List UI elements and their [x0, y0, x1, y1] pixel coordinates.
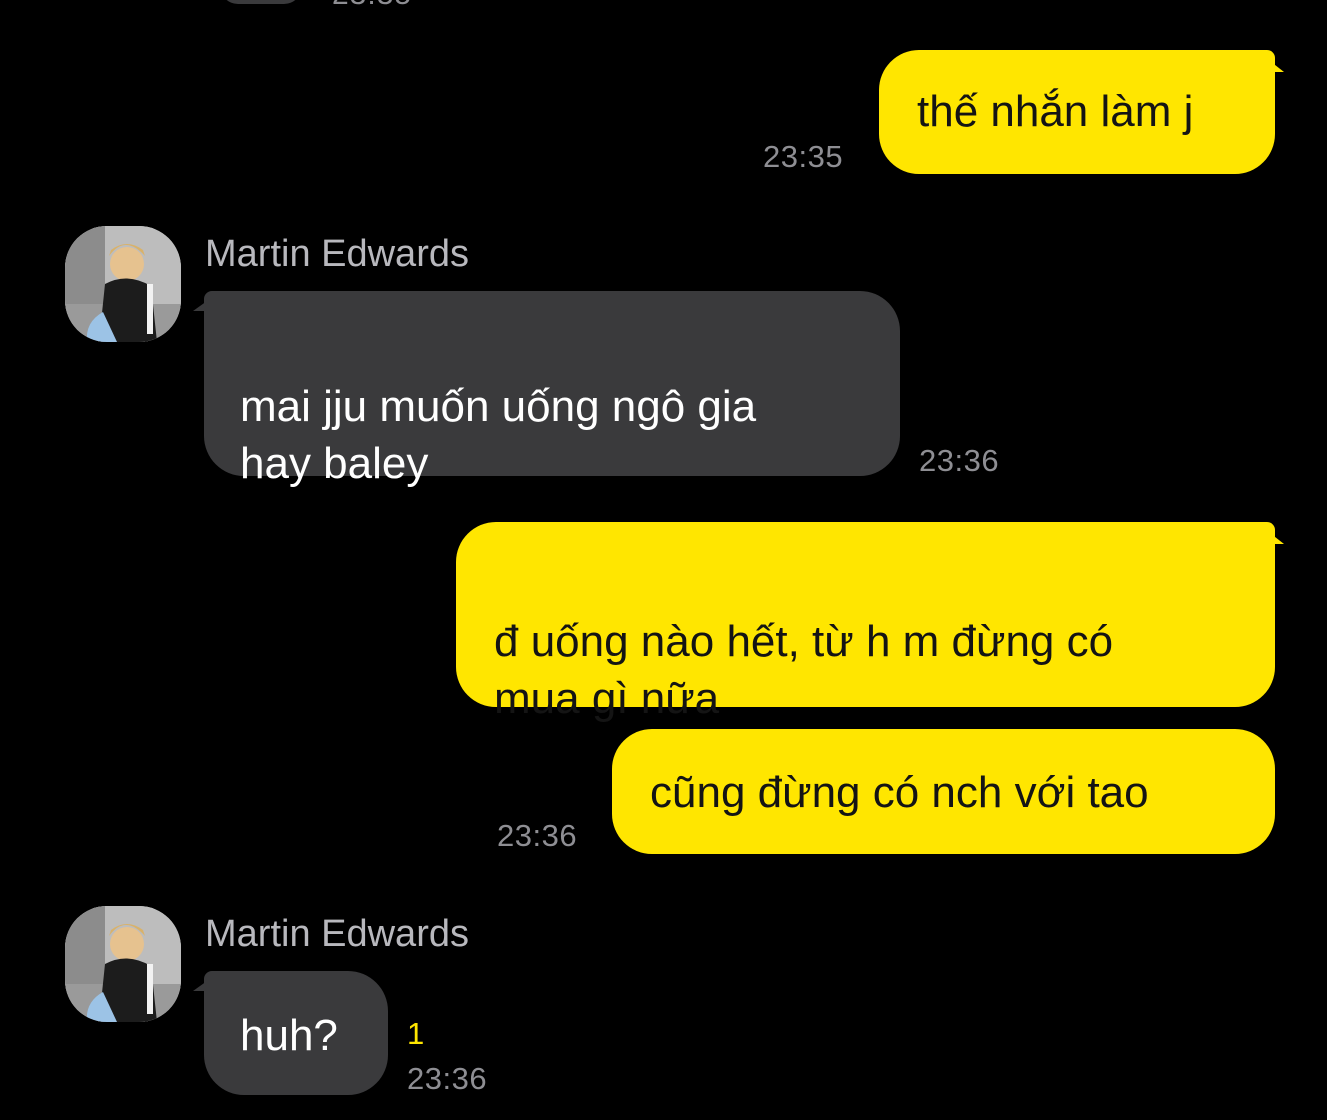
previous-message-time-partial: 23:35 [332, 0, 412, 12]
incoming-message-bubble[interactable]: mai jju muốn uống ngô gia hay baley [204, 291, 900, 488]
outgoing-message-bubble[interactable]: đ uống nào hết, từ h m đừng có mua gì nữ… [456, 522, 1275, 723]
avatar-photo-icon [65, 906, 181, 1022]
outgoing-message-bubble[interactable]: thế nhắn làm j [879, 50, 1275, 174]
message-timestamp: 23:36 [919, 443, 1000, 478]
outgoing-message-bubble[interactable]: cũng đừng có nch với tao [612, 729, 1275, 854]
bubble-tail [1256, 522, 1284, 544]
bubble-tail [1256, 50, 1284, 72]
message-text: thế nhắn làm j [917, 87, 1194, 136]
bubble-tail [193, 291, 221, 311]
sender-name: Martin Edwards [205, 913, 469, 955]
avatar-photo-icon [65, 226, 181, 342]
sender-avatar[interactable] [65, 906, 181, 1022]
incoming-message-bubble[interactable]: huh? [204, 971, 388, 1095]
message-timestamp: 23:36 [497, 818, 578, 853]
message-text: huh? [240, 1011, 338, 1060]
message-timestamp: 23:35 [763, 139, 844, 174]
sender-name: Martin Edwards [205, 233, 469, 275]
previous-message-bubble-partial [220, 0, 302, 4]
unread-count-badge: 1 [407, 1016, 425, 1051]
message-text: mai jju muốn uống ngô gia hay baley [240, 382, 757, 488]
bubble-tail [193, 971, 221, 991]
message-text: đ uống nào hết, từ h m đừng có mua gì nữ… [494, 617, 1114, 723]
sender-avatar[interactable] [65, 226, 181, 342]
message-text: cũng đừng có nch với tao [650, 768, 1149, 817]
message-timestamp: 23:36 [407, 1061, 488, 1096]
